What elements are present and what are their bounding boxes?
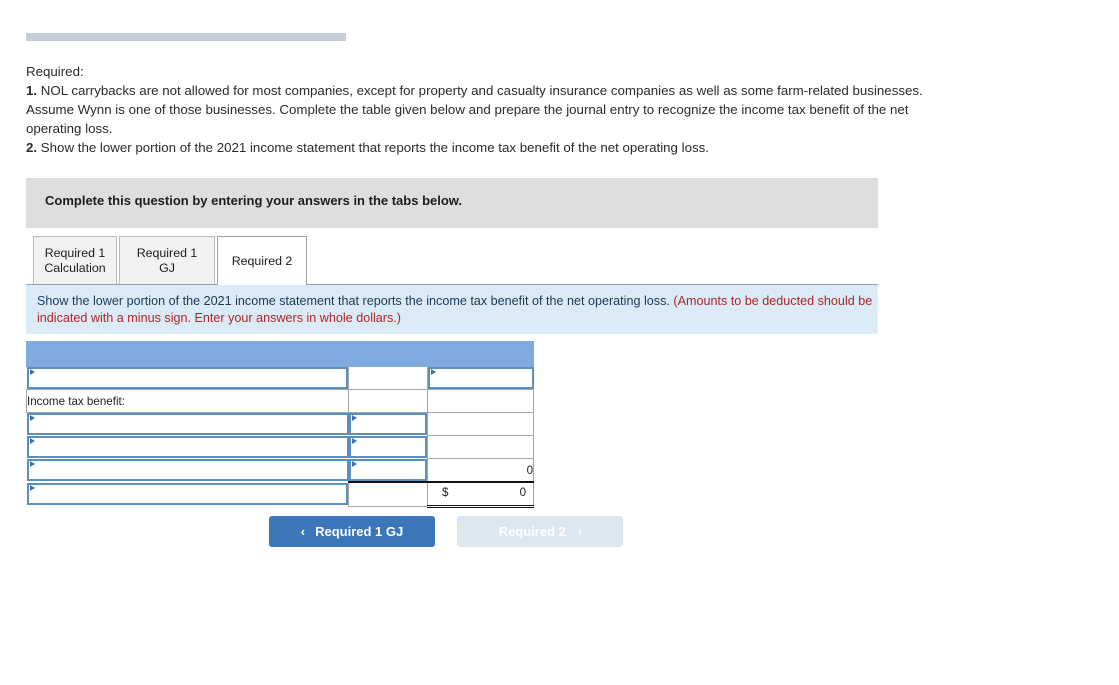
- row-6-total-value: 0: [519, 486, 527, 499]
- row-6-label-cell[interactable]: [26, 482, 349, 507]
- row-2-label-cell: Income tax benefit:: [26, 389, 349, 413]
- table-row: 0: [26, 458, 535, 483]
- required-item-2: 2. Show the lower portion of the 2021 in…: [26, 138, 966, 157]
- row-1-right-cell[interactable]: [427, 366, 534, 390]
- required-item-1-text: NOL carrybacks are not allowed for most …: [26, 83, 923, 136]
- table-header-row: [25, 341, 535, 367]
- row-4-right-cell: [426, 435, 535, 459]
- income-statement-table: Income tax benefit: 0 $ 0: [25, 341, 535, 508]
- row-4-mid-cell[interactable]: [348, 435, 428, 459]
- instruction-main-text: Show the lower portion of the 2021 incom…: [37, 294, 674, 308]
- row-5-mid-cell[interactable]: [348, 458, 428, 482]
- navigation-buttons: ‹ Required 1 GJ Required 2 ›: [269, 516, 624, 547]
- prev-required-1-gj-button[interactable]: ‹ Required 1 GJ: [269, 516, 435, 547]
- top-divider-rule: [26, 33, 346, 41]
- row-4-mid-input[interactable]: [348, 436, 427, 458]
- row-3-label-input[interactable]: [26, 413, 349, 436]
- chevron-left-icon: ‹: [300, 524, 306, 539]
- row-6-label-input[interactable]: [26, 483, 348, 506]
- row-3-mid-input[interactable]: [348, 413, 427, 436]
- row-2-right-cell: [426, 389, 535, 413]
- row-1-label-cell[interactable]: [26, 366, 349, 390]
- row-1-mid-cell: [348, 366, 428, 390]
- row-3-mid-cell[interactable]: [348, 412, 428, 436]
- question-banner: Complete this question by entering your …: [26, 178, 878, 228]
- table-row: [26, 435, 535, 459]
- row-5-label-cell[interactable]: [26, 458, 349, 482]
- chevron-right-icon: ›: [577, 524, 583, 539]
- dropdown-triangle-icon: [351, 438, 357, 444]
- required-heading: Required:: [26, 64, 84, 79]
- instruction-panel: Show the lower portion of the 2021 incom…: [26, 285, 878, 334]
- row-3-right-cell: [426, 412, 535, 436]
- row-5-label-input[interactable]: [26, 459, 349, 482]
- instruction-text: Show the lower portion of the 2021 incom…: [37, 293, 875, 327]
- table-row: [26, 412, 535, 436]
- row-5-right-value: 0: [426, 458, 535, 483]
- table-row: $ 0: [26, 481, 535, 508]
- row-1-right-input[interactable]: [428, 367, 534, 389]
- required-item-1: 1. NOL carrybacks are not allowed for mo…: [26, 81, 966, 138]
- dropdown-triangle-icon: [351, 415, 357, 422]
- tab-strip: Required 1 Calculation Required 1 GJ Req…: [26, 236, 878, 285]
- row-4-label-input[interactable]: [26, 436, 349, 458]
- question-banner-text: Complete this question by entering your …: [45, 193, 463, 208]
- table-header-cell: [25, 341, 535, 367]
- dropdown-triangle-icon: [29, 485, 35, 492]
- dropdown-triangle-icon: [351, 460, 357, 467]
- tab-required-1-gj[interactable]: Required 1 GJ: [119, 236, 215, 284]
- row-2-mid-cell: [348, 389, 428, 413]
- dropdown-triangle-icon: [29, 438, 35, 444]
- prev-button-label: Required 1 GJ: [315, 524, 404, 539]
- row-5-mid-input[interactable]: [348, 458, 427, 481]
- row-6-mid-cell: [348, 481, 428, 507]
- tab-required-1-calculation[interactable]: Required 1 Calculation: [33, 236, 117, 284]
- required-item-2-number: 2.: [26, 140, 38, 155]
- row-3-label-cell[interactable]: [26, 412, 349, 436]
- dropdown-triangle-icon: [431, 369, 436, 375]
- currency-symbol: $: [442, 486, 449, 499]
- required-instructions: Required: 1. NOL carrybacks are not allo…: [26, 62, 966, 157]
- row-1-label-input[interactable]: [26, 367, 348, 389]
- table-row: [26, 366, 534, 390]
- row-4-label-cell[interactable]: [26, 435, 349, 459]
- table-row: Income tax benefit:: [26, 389, 535, 413]
- required-item-1-number: 1.: [26, 83, 38, 98]
- next-button-label: Required 2: [498, 524, 566, 539]
- next-required-2-button[interactable]: Required 2 ›: [457, 516, 624, 547]
- tab-required-2[interactable]: Required 2: [217, 236, 307, 285]
- dropdown-triangle-icon: [29, 415, 35, 422]
- required-item-2-text: Show the lower portion of the 2021 incom…: [37, 140, 709, 155]
- dropdown-triangle-icon: [29, 461, 35, 468]
- row-6-total-cell: $ 0: [426, 481, 535, 508]
- dropdown-triangle-icon: [29, 369, 35, 375]
- answer-grid: Income tax benefit: 0 $ 0: [25, 341, 535, 508]
